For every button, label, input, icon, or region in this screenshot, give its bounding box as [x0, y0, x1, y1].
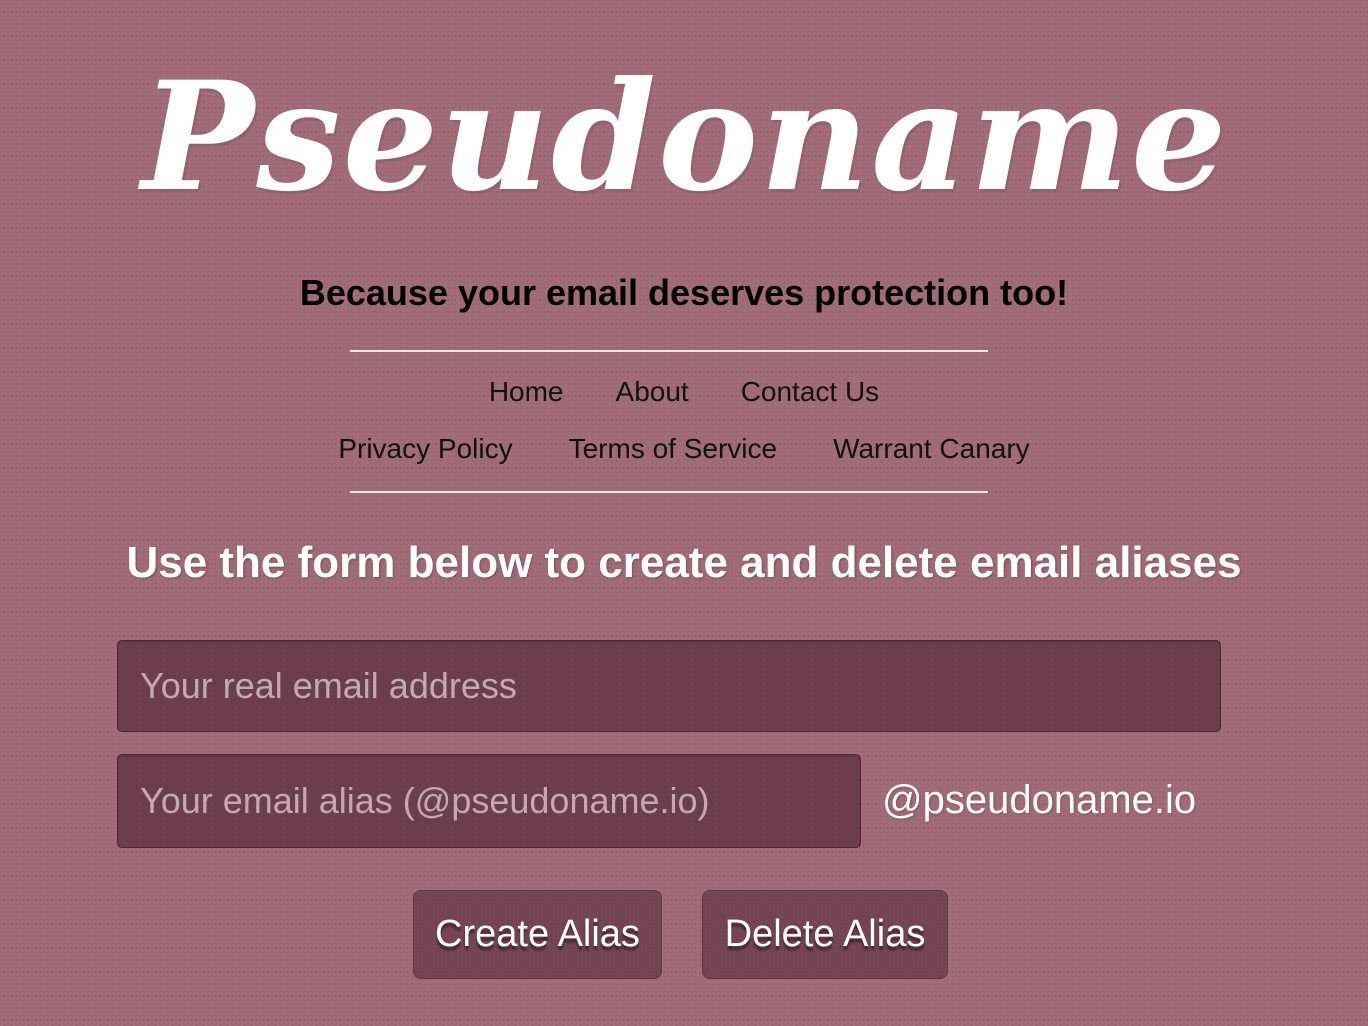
nav-row-legal: Privacy Policy Terms of Service Warrant … — [0, 433, 1368, 465]
real-email-input[interactable] — [117, 640, 1221, 732]
delete-alias-button[interactable]: Delete Alias — [702, 890, 948, 979]
nav-link-terms-of-service[interactable]: Terms of Service — [569, 433, 778, 465]
create-alias-button[interactable]: Create Alias — [413, 890, 662, 979]
nav-link-warrant-canary[interactable]: Warrant Canary — [833, 433, 1030, 465]
nav-link-contact[interactable]: Contact Us — [741, 376, 880, 408]
nav-link-home[interactable]: Home — [489, 376, 564, 408]
alias-domain-suffix: @pseudoname.io — [882, 778, 1197, 822]
nav-divider-top — [350, 350, 988, 352]
nav-link-privacy-policy[interactable]: Privacy Policy — [338, 433, 512, 465]
alias-input[interactable] — [117, 754, 861, 848]
nav-divider-bottom — [350, 491, 988, 493]
nav-link-about[interactable]: About — [616, 376, 689, 408]
logo-text: Pseudoname — [141, 49, 1229, 225]
form-headline: Use the form below to create and delete … — [126, 538, 1242, 587]
site-logo: Pseudoname — [140, 22, 1230, 252]
tagline: Because your email deserves protection t… — [299, 272, 1069, 313]
nav-row-primary: Home About Contact Us — [0, 376, 1368, 408]
